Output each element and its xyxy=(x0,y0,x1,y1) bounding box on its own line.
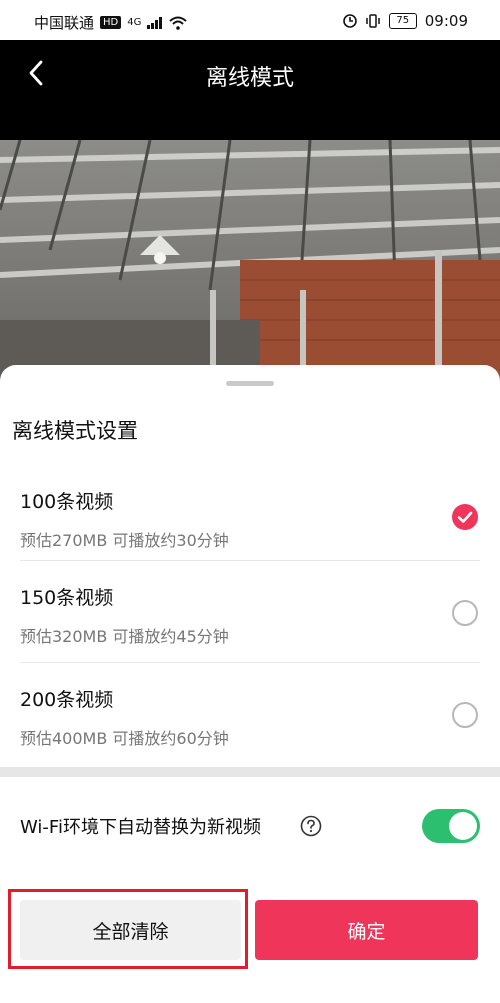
battery-icon: 75 xyxy=(388,13,417,29)
option-100-videos[interactable]: 100条视频 预估270MB 可播放约30分钟 xyxy=(20,467,480,567)
sheet-title: 离线模式设置 xyxy=(12,419,138,443)
highlight-box xyxy=(8,889,248,969)
network-type: 4G xyxy=(127,17,142,28)
wifi-auto-replace-row: Wi-Fi环境下自动替换为新视频 xyxy=(20,801,480,849)
option-label: 100条视频 xyxy=(20,491,114,513)
radio-unselected-icon[interactable] xyxy=(452,702,478,728)
toggle-knob xyxy=(449,812,477,840)
wifi-auto-replace-label: Wi-Fi环境下自动替换为新视频 xyxy=(20,817,261,838)
option-description: 预估400MB 可播放约60分钟 xyxy=(20,729,229,748)
header: 离线模式 xyxy=(0,40,500,140)
wifi-auto-replace-toggle[interactable] xyxy=(422,809,480,843)
vibrate-icon xyxy=(366,14,380,28)
divider xyxy=(20,560,480,561)
offline-settings-sheet: 离线模式设置 100条视频 预估270MB 可播放约30分钟 150条视频 预估… xyxy=(0,365,500,1003)
option-description: 预估320MB 可播放约45分钟 xyxy=(20,627,229,646)
page-title: 离线模式 xyxy=(205,66,294,91)
status-bar: 中国联通 HD 4G 75 09:09 xyxy=(0,0,500,40)
hd-badge: HD xyxy=(100,16,122,29)
option-description: 预估270MB 可播放约30分钟 xyxy=(20,531,229,550)
clock: 09:09 xyxy=(424,12,468,30)
confirm-button[interactable]: 确定 xyxy=(255,900,478,960)
video-preview-image xyxy=(0,140,500,380)
option-150-videos[interactable]: 150条视频 预估320MB 可播放约45分钟 xyxy=(20,563,480,663)
alarm-icon xyxy=(342,14,357,28)
section-separator xyxy=(0,767,500,777)
carrier-name: 中国联通 xyxy=(34,14,95,32)
wifi-icon xyxy=(169,16,188,30)
radio-unselected-icon[interactable] xyxy=(452,600,478,626)
drag-handle[interactable] xyxy=(226,381,274,386)
option-200-videos[interactable]: 200条视频 预估400MB 可播放约60分钟 xyxy=(20,665,480,765)
option-label: 150条视频 xyxy=(20,587,114,609)
signal-icon xyxy=(147,16,163,29)
radio-selected-icon[interactable] xyxy=(452,504,478,530)
help-icon[interactable] xyxy=(300,815,322,837)
divider xyxy=(20,662,480,663)
option-label: 200条视频 xyxy=(20,689,114,711)
